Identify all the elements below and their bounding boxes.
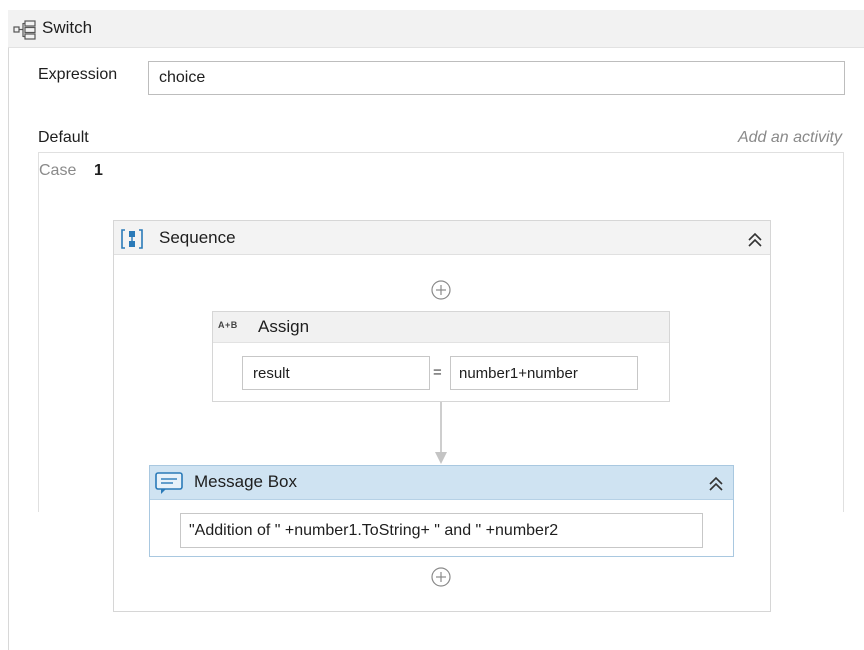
case-label: Case bbox=[39, 162, 77, 179]
switch-icon bbox=[13, 20, 36, 40]
add-activity-plus-icon[interactable] bbox=[430, 566, 452, 588]
switch-header[interactable] bbox=[8, 10, 864, 48]
expression-label: Expression bbox=[38, 66, 118, 83]
sequence-title: Sequence bbox=[159, 228, 236, 247]
message-box-title: Message Box bbox=[194, 472, 297, 491]
add-activity-plus-icon[interactable] bbox=[430, 279, 452, 301]
equals-sign: = bbox=[433, 364, 442, 381]
message-text-field[interactable]: "Addition of " +number1.ToString+ " and … bbox=[180, 513, 703, 548]
add-activity-link[interactable]: Add an activity bbox=[738, 129, 842, 147]
message-icon bbox=[155, 472, 183, 494]
switch-title: Switch bbox=[42, 18, 93, 37]
case-value[interactable]: 1 bbox=[94, 162, 103, 180]
assign-title: Assign bbox=[258, 317, 310, 336]
flow-arrow bbox=[435, 402, 447, 464]
assign-to-field[interactable]: result bbox=[242, 356, 430, 390]
assign-value-field[interactable]: number1+number bbox=[450, 356, 638, 390]
expression-input[interactable]: choice bbox=[148, 61, 845, 95]
default-label: Default bbox=[38, 129, 89, 146]
sequence-icon bbox=[121, 229, 143, 249]
collapse-icon[interactable] bbox=[745, 230, 765, 250]
collapse-icon[interactable] bbox=[706, 474, 726, 494]
assign-icon: A+B bbox=[218, 320, 238, 330]
